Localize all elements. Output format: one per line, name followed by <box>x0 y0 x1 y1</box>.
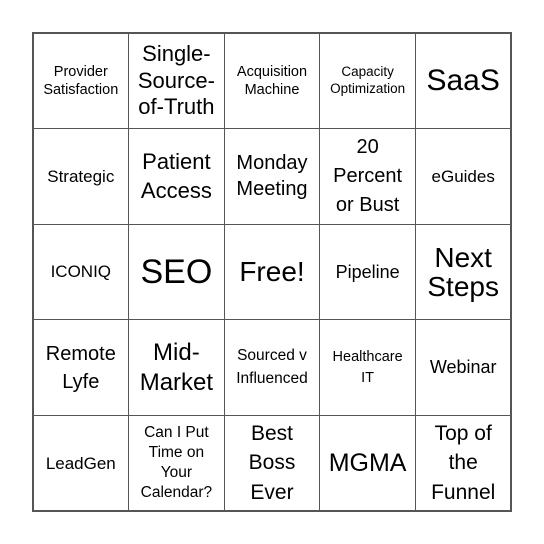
cell-label: eGuides <box>431 166 495 186</box>
bingo-cell[interactable]: Remote Lyfe <box>32 319 130 416</box>
cell-label: ICONIQ <box>50 262 112 282</box>
cell-label: Patient Access <box>140 148 212 204</box>
bingo-cell[interactable]: Next Steps <box>414 223 512 321</box>
bingo-cell[interactable]: Healthcare IT <box>319 319 416 416</box>
bingo-cell[interactable]: Strategic <box>32 128 130 225</box>
bingo-cell[interactable]: Webinar <box>414 319 512 416</box>
bingo-cell[interactable]: SEO <box>128 223 225 321</box>
bingo-cell[interactable]: Best Boss Ever <box>223 414 321 512</box>
bingo-cell[interactable]: LeadGen <box>32 414 130 512</box>
bingo-cell[interactable]: Patient Access <box>128 128 225 225</box>
cell-label: Strategic <box>47 166 115 186</box>
bingo-cell[interactable]: Acquisition Machine <box>223 32 321 130</box>
bingo-cell[interactable]: Sourced v Influenced <box>223 319 321 416</box>
cell-label: Best Boss Ever <box>248 422 296 504</box>
cell-label: Mid-Market <box>139 338 214 396</box>
bingo-cell[interactable]: Can I Put Time on Your Calendar? <box>128 414 225 512</box>
bingo-cell[interactable]: Monday Meeting <box>223 128 321 225</box>
cell-label: Top of the Funnel <box>431 422 496 504</box>
cell-label: Next Steps <box>427 241 499 302</box>
bingo-cell[interactable]: Pipeline <box>319 223 416 321</box>
cell-label: Healthcare IT <box>332 348 403 386</box>
cell-label: Single-Source-of-Truth <box>137 41 215 119</box>
bingo-board: Provider Satisfaction Single-Source-of-T… <box>32 32 512 512</box>
cell-label: Monday Meeting <box>236 152 308 201</box>
cell-label: MGMA <box>328 448 407 477</box>
bingo-cell[interactable]: 20 Percent or Bust <box>319 128 416 225</box>
bingo-cell[interactable]: MGMA <box>319 414 416 512</box>
cell-label: SaaS <box>426 63 500 97</box>
bingo-cell[interactable]: SaaS <box>414 32 512 130</box>
bingo-cell[interactable]: Top of the Funnel <box>414 414 512 512</box>
cell-label: Sourced v Influenced <box>236 347 308 387</box>
free-space-cell[interactable]: Free! <box>223 223 321 321</box>
cell-label: Webinar <box>429 357 497 378</box>
cell-label: Pipeline <box>335 261 400 282</box>
bingo-cell[interactable]: Provider Satisfaction <box>32 32 130 130</box>
cell-label: SEO <box>140 252 213 291</box>
cell-label: LeadGen <box>45 453 116 473</box>
cell-label: Can I Put Time on Your Calendar? <box>140 423 213 502</box>
bingo-cell[interactable]: ICONIQ <box>32 223 130 321</box>
cell-label: Provider Satisfaction <box>43 63 119 98</box>
cell-label: Capacity Optimization <box>330 63 406 96</box>
cell-label: Acquisition Machine <box>236 63 308 98</box>
bingo-cell[interactable]: Single-Source-of-Truth <box>128 32 225 130</box>
cell-label: Free! <box>239 255 305 287</box>
bingo-cell[interactable]: Capacity Optimization <box>319 32 416 130</box>
cell-label: 20 Percent or Bust <box>333 135 403 216</box>
bingo-cell[interactable]: Mid-Market <box>128 319 225 416</box>
cell-label: Remote Lyfe <box>45 342 116 393</box>
bingo-cell[interactable]: eGuides <box>414 128 512 225</box>
